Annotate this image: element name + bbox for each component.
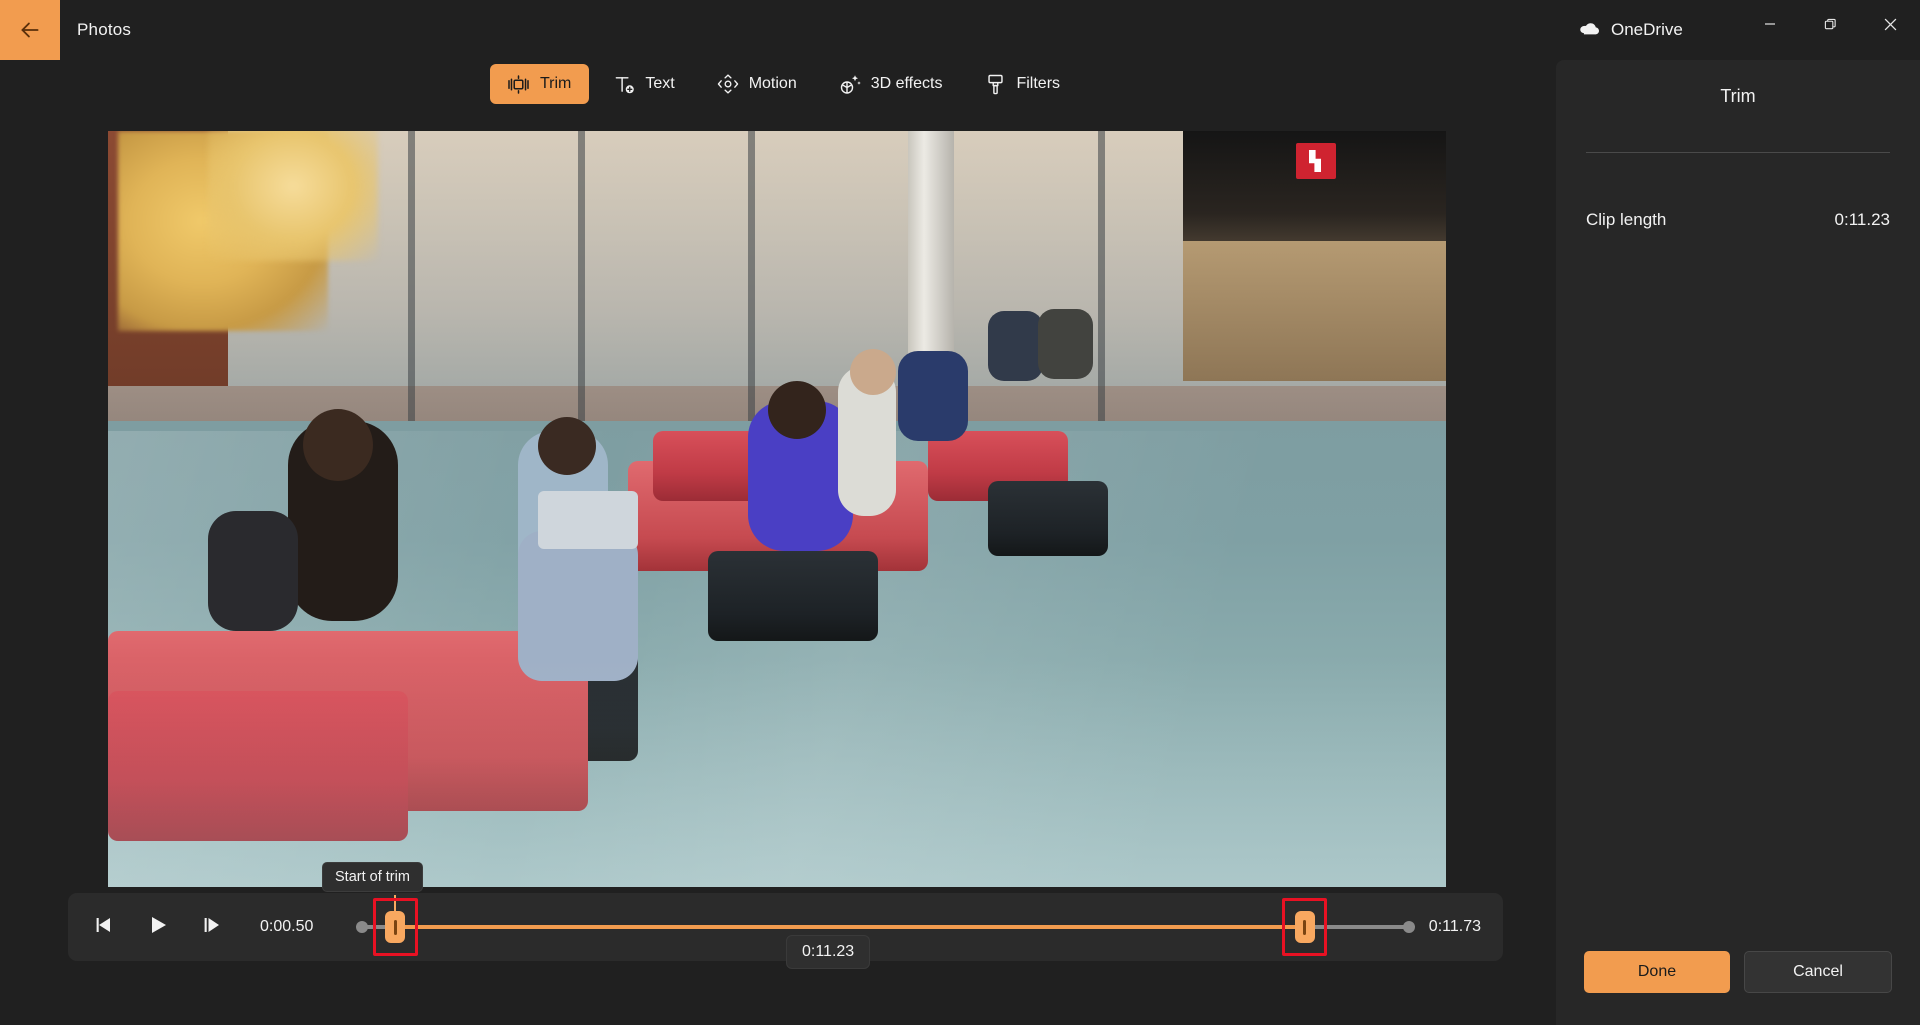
text-add-icon (613, 73, 635, 95)
panel-divider (1586, 152, 1890, 153)
tab-motion-label: Motion (748, 75, 797, 92)
clip-length-label: Clip length (1586, 210, 1667, 229)
previous-frame-icon (94, 916, 114, 939)
minimize-button[interactable] (1740, 0, 1800, 48)
panel-actions: Done Cancel (1584, 951, 1892, 993)
motion-icon (717, 73, 739, 95)
track-selected-range (392, 925, 1305, 929)
tab-text-label: Text (645, 75, 675, 92)
end-time-label: 0:11.73 (1428, 918, 1481, 935)
onedrive-status[interactable]: OneDrive (1578, 0, 1683, 60)
3d-effects-icon (839, 73, 861, 95)
track-right-cap (1402, 921, 1415, 933)
clip-length-value: 0:11.23 (1834, 210, 1890, 229)
tab-trim-label: Trim (539, 75, 572, 92)
track-left-cap (356, 921, 368, 933)
window-controls (1740, 0, 1920, 48)
done-button[interactable]: Done (1584, 951, 1730, 993)
next-frame-icon (202, 916, 222, 939)
clip-length-row: Clip length 0:11.23 (1586, 210, 1890, 230)
start-of-trim-tooltip: Start of trim (322, 862, 423, 892)
video-preview[interactable] (108, 131, 1446, 887)
current-time-label: 0:00.50 (260, 918, 314, 935)
back-button[interactable] (0, 0, 60, 60)
back-arrow-icon (17, 17, 43, 43)
onedrive-cloud-icon (1578, 20, 1600, 41)
tab-filters[interactable]: Filters (966, 64, 1078, 104)
selection-duration-badge: 0:11.23 (786, 935, 871, 969)
edit-toolbar: Trim Text Motion 3D effects Filters (0, 60, 1568, 108)
tab-trim[interactable]: Trim (489, 64, 590, 104)
cancel-button[interactable]: Cancel (1744, 951, 1892, 993)
tab-3d-effects-label: 3D effects (870, 75, 943, 92)
next-frame-button[interactable] (190, 905, 234, 949)
trim-start-handle[interactable] (385, 911, 405, 943)
trim-side-panel: Trim Clip length 0:11.23 Done Cancel (1556, 60, 1920, 1025)
panel-title: Trim (1720, 85, 1756, 106)
tab-filters-label: Filters (1016, 75, 1061, 92)
tab-3d-effects[interactable]: 3D effects (821, 64, 961, 104)
play-icon (148, 915, 168, 940)
title-bar: Photos OneDrive (0, 0, 1920, 60)
video-frame-image (108, 131, 1446, 887)
page-title: Photos (77, 20, 132, 39)
maximize-button[interactable] (1800, 0, 1860, 48)
tab-motion[interactable]: Motion (699, 64, 815, 104)
trim-track[interactable] (356, 893, 1415, 961)
preview-stage (0, 108, 1568, 888)
play-button[interactable] (136, 905, 180, 949)
filters-brush-icon (984, 73, 1006, 95)
previous-frame-button[interactable] (82, 905, 126, 949)
onedrive-label: OneDrive (1611, 20, 1683, 39)
trim-end-handle[interactable] (1294, 911, 1315, 943)
tab-text[interactable]: Text (595, 64, 692, 104)
close-button[interactable] (1860, 0, 1920, 48)
trim-icon (508, 73, 530, 95)
